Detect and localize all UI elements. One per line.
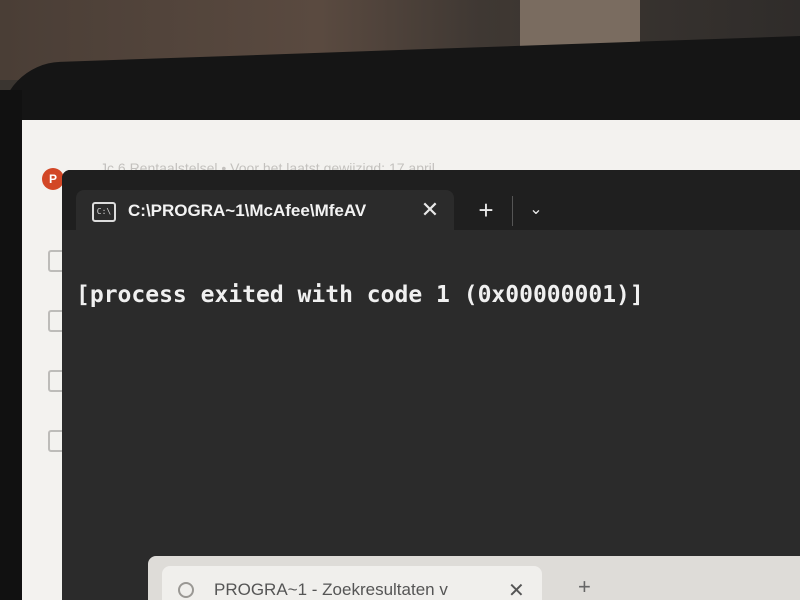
console-output-area[interactable]: [process exited with code 1 (0x00000001)… xyxy=(62,230,800,600)
chevron-down-icon[interactable]: ⌄ xyxy=(522,198,550,222)
terminal-tab[interactable]: C:\ C:\PROGRA~1\McAfee\MfeAV ✕ xyxy=(76,190,454,232)
console-icon: C:\ xyxy=(92,202,116,222)
close-tab-button[interactable]: ✕ xyxy=(416,196,444,224)
loading-icon xyxy=(178,582,194,598)
tab-separator xyxy=(512,196,513,226)
terminal-tab-bar: C:\ C:\PROGRA~1\McAfee\MfeAV ✕ + ⌄ xyxy=(62,170,800,232)
console-output-line: [process exited with code 1 (0x00000001)… xyxy=(76,282,644,308)
browser-tab-title: PROGRA~1 - Zoekresultaten v xyxy=(214,580,448,599)
browser-new-tab-button[interactable]: + xyxy=(578,574,591,600)
terminal-window: C:\ C:\PROGRA~1\McAfee\MfeAV ✕ + ⌄ [proc… xyxy=(62,170,800,600)
browser-close-tab-button[interactable]: ✕ xyxy=(508,578,525,600)
new-tab-button[interactable]: + xyxy=(472,196,500,224)
powerpoint-icon[interactable]: P xyxy=(42,168,64,190)
laptop-bezel-left xyxy=(0,90,22,600)
terminal-tab-title: C:\PROGRA~1\McAfee\MfeAV xyxy=(128,201,367,220)
